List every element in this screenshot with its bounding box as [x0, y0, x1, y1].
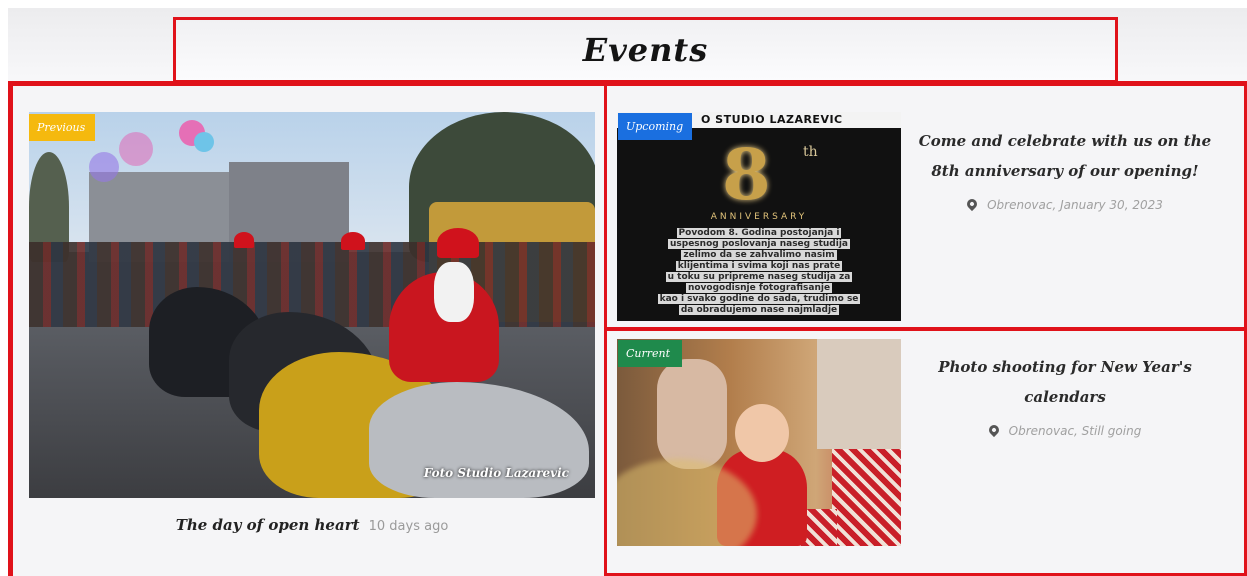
current-event-photo[interactable] — [617, 339, 901, 546]
photo-balloon — [119, 132, 153, 166]
previous-event-title[interactable]: The day of open heart — [176, 516, 360, 534]
photo-shelf — [817, 339, 901, 449]
header-title-box: Events — [173, 17, 1118, 83]
poster-text-line: Povodom 8. Godina postojanja i — [676, 228, 842, 238]
photo-balloon — [89, 152, 119, 182]
photo-watermark: Foto Studio Lazarevic — [423, 466, 569, 480]
poster-number-suffix: th — [803, 144, 818, 160]
poster-text-line: novogodisnje fotografisanje — [685, 283, 833, 293]
photo-figure — [657, 359, 727, 469]
poster-number: 8 — [722, 133, 771, 216]
poster-text: Povodom 8. Godina postojanja i uspesnog … — [639, 228, 879, 316]
poster-anniversary-word: ANNIVERSARY — [710, 212, 808, 222]
current-event-title[interactable]: Photo shooting for New Year's calendars — [905, 352, 1225, 412]
photo-balloon — [194, 132, 214, 152]
poster-text-line: u toku su pripreme naseg studija za — [665, 272, 853, 282]
current-event-location: Obrenovac, Still going — [1008, 424, 1142, 438]
upcoming-event-location: Obrenovac, January 30, 2023 — [987, 198, 1163, 212]
photo-santa-hat — [437, 228, 479, 258]
previous-event-title-row: The day of open heart 10 days ago — [29, 515, 595, 534]
location-pin-icon — [986, 422, 1001, 438]
previous-event-photo[interactable]: Foto Studio Lazarevic — [29, 112, 595, 498]
photo-gift — [832, 449, 901, 546]
photo-child-face — [735, 404, 789, 462]
poster-text-line: kao i svako godine do sada, trudimo se — [657, 294, 861, 304]
photo-santa-hat — [234, 232, 254, 248]
poster-studio-name: O STUDIO LAZAREVIC — [701, 113, 843, 126]
upcoming-title-line: 8th anniversary of our opening! — [931, 162, 1199, 180]
poster-text-line: zelimo da se zahvalimo nasim — [681, 250, 837, 260]
upcoming-event-meta: Obrenovac, January 30, 2023 — [905, 196, 1225, 212]
previous-event-time: 10 days ago — [368, 519, 449, 534]
badge-upcoming: Upcoming — [618, 113, 692, 140]
photo-santa-beard — [434, 262, 474, 322]
poster-text-line: da obradujemo nase najmladje — [678, 305, 840, 315]
page-title: Events — [582, 31, 709, 69]
badge-previous: Previous — [29, 114, 95, 141]
upcoming-event-title[interactable]: Come and celebrate with us on the 8th an… — [905, 126, 1225, 186]
current-title-line: calendars — [1024, 388, 1106, 406]
badge-current: Current — [618, 340, 682, 367]
poster-text-line: uspesnog poslovanja naseg studija — [668, 239, 850, 249]
current-event-info: Photo shooting for New Year's calendars … — [905, 352, 1225, 438]
current-title-line: Photo shooting for New Year's — [938, 358, 1192, 376]
photo-santa-hat — [341, 232, 365, 250]
upcoming-event-info: Come and celebrate with us on the 8th an… — [905, 126, 1225, 212]
poster-text-line: klijentima i svima koji nas prate — [675, 261, 843, 271]
upcoming-event-poster[interactable]: O STUDIO LAZAREVIC 8 th ANNIVERSARY Povo… — [617, 112, 901, 321]
location-pin-icon — [965, 196, 980, 212]
upcoming-title-line: Come and celebrate with us on the — [918, 132, 1212, 150]
current-event-meta: Obrenovac, Still going — [905, 422, 1225, 438]
